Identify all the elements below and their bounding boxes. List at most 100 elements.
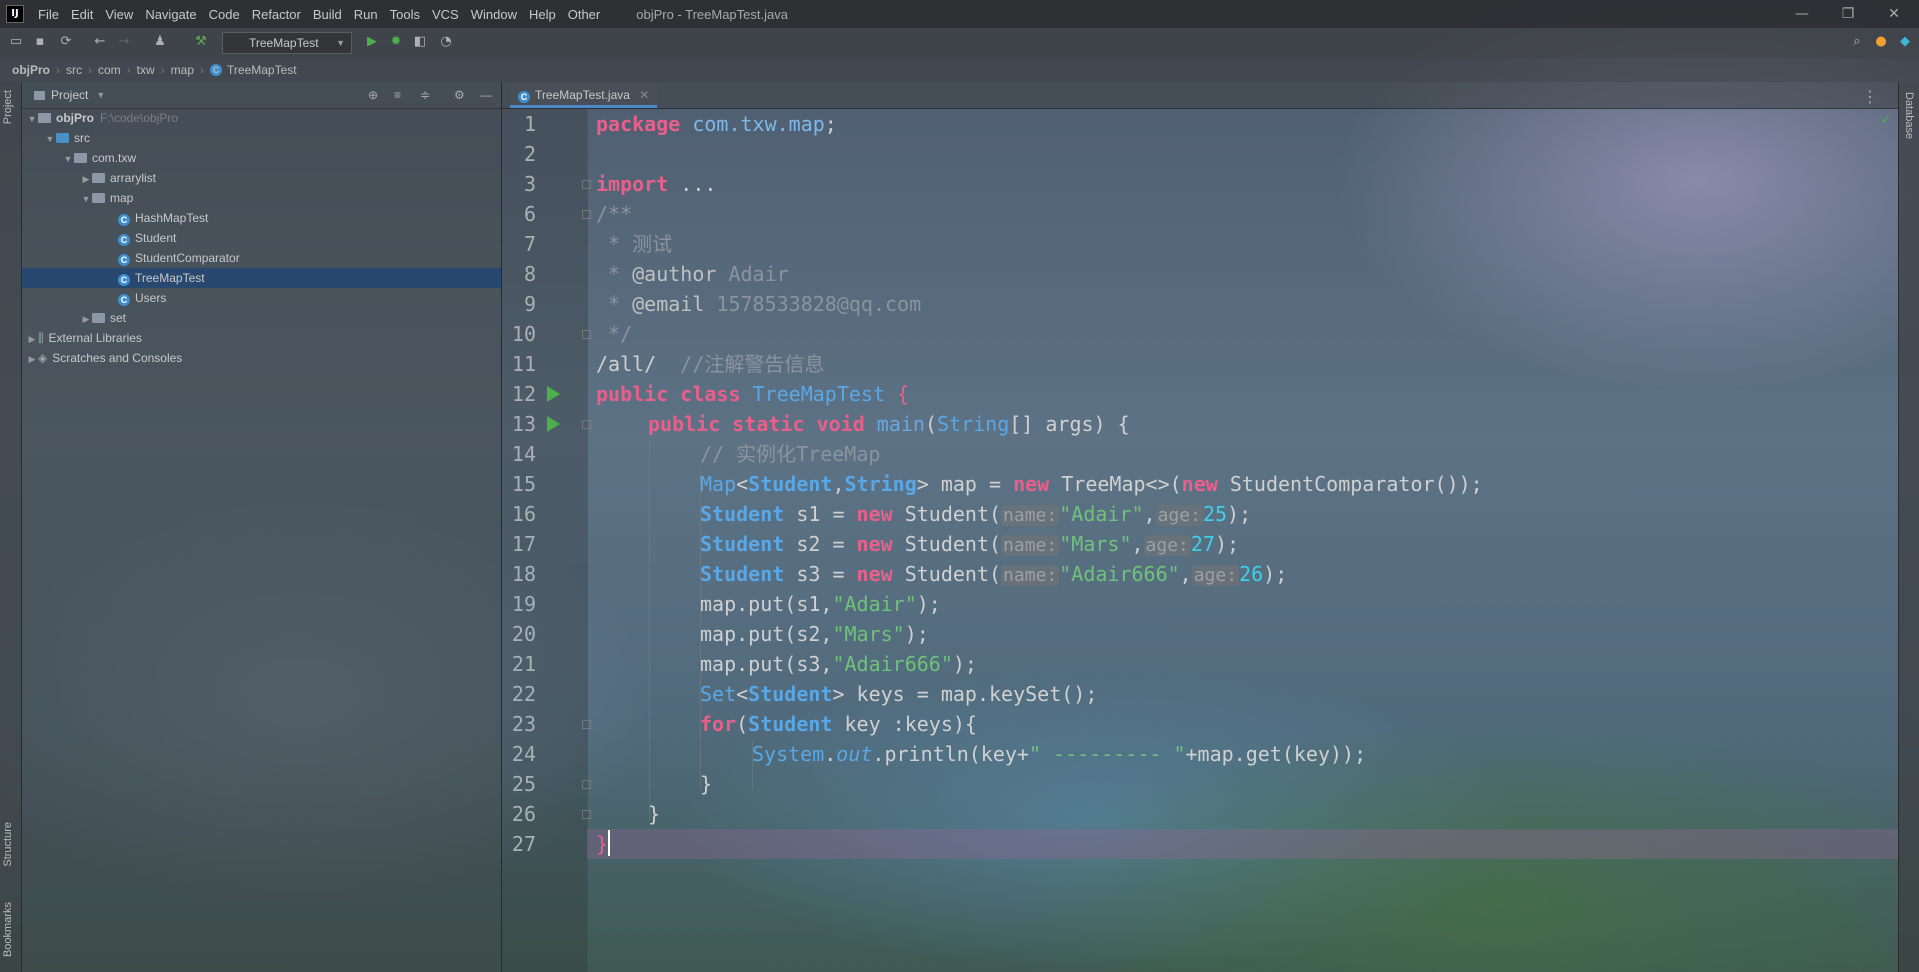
breadcrumb-txw[interactable]: txw bbox=[137, 63, 155, 77]
tree-item-com-txw[interactable]: ▼ com.txw bbox=[22, 148, 501, 168]
breadcrumb-com[interactable]: com bbox=[98, 63, 121, 77]
minimize-button[interactable]: — bbox=[1779, 0, 1825, 28]
tree-item-src[interactable]: ▼ src bbox=[22, 128, 501, 148]
menu-run[interactable]: Run bbox=[348, 7, 384, 22]
tree-item-scratches[interactable]: ▶ ◈ Scratches and Consoles bbox=[22, 348, 501, 368]
code-line-17[interactable]: Student s2 = new Student(name: "Mars", age… bbox=[700, 529, 1239, 561]
code-line-18[interactable]: Student s3 = new Student(name: "Adair666"… bbox=[700, 559, 1287, 591]
fold-marker-icon[interactable] bbox=[582, 720, 591, 729]
search-icon[interactable]: ⌕ bbox=[1849, 34, 1865, 50]
more-icon[interactable]: ⋮ bbox=[1862, 87, 1878, 106]
back-icon[interactable]: ← bbox=[92, 34, 108, 50]
chevron-right-icon[interactable]: ▶ bbox=[80, 309, 92, 329]
fold-marker-icon[interactable] bbox=[582, 780, 591, 789]
menu-code[interactable]: Code bbox=[203, 7, 246, 22]
code-line-13[interactable]: public static void main(String[] args) { bbox=[648, 409, 1130, 439]
code-line-12[interactable]: public class TreeMapTest { bbox=[596, 379, 909, 409]
profile-icon[interactable]: ◔ bbox=[438, 34, 454, 50]
menu-tools[interactable]: Tools bbox=[384, 7, 426, 22]
code-line-3[interactable]: import ... bbox=[596, 169, 716, 199]
code-line-27[interactable]: } bbox=[596, 829, 611, 859]
fold-marker-icon[interactable] bbox=[582, 180, 591, 189]
project-tool-tab[interactable]: Project bbox=[2, 90, 14, 124]
fold-marker-icon[interactable] bbox=[582, 420, 591, 429]
breadcrumb-file[interactable]: TreeMapTest bbox=[227, 63, 297, 77]
build-hammer-icon[interactable]: ⚒ bbox=[193, 34, 209, 50]
code-line-7[interactable]: * 测试 bbox=[596, 229, 672, 259]
breadcrumb-project[interactable]: objPro bbox=[12, 63, 50, 77]
locate-icon[interactable]: ⊕ bbox=[368, 88, 378, 102]
menu-refactor[interactable]: Refactor bbox=[246, 7, 307, 22]
close-tab-icon[interactable]: ✕ bbox=[639, 88, 649, 102]
project-panel-title[interactable]: Project bbox=[51, 88, 88, 102]
fold-marker-icon[interactable] bbox=[582, 330, 591, 339]
menu-build[interactable]: Build bbox=[307, 7, 348, 22]
menu-navigate[interactable]: Navigate bbox=[139, 7, 202, 22]
code-line-14[interactable]: // 实例化TreeMap bbox=[700, 439, 880, 469]
menu-window[interactable]: Window bbox=[465, 7, 523, 22]
code-line-23[interactable]: for(Student key :keys){ bbox=[700, 709, 977, 739]
code-line-11[interactable]: /all/ //注解警告信息 bbox=[596, 349, 824, 379]
tree-item-set[interactable]: ▶ set bbox=[22, 308, 501, 328]
chevron-right-icon[interactable]: ▶ bbox=[26, 349, 38, 369]
expand-all-icon[interactable]: ≡ bbox=[394, 88, 401, 102]
save-icon[interactable]: ▪ bbox=[32, 34, 48, 50]
user-icon[interactable]: ♟ bbox=[152, 34, 168, 50]
plugin-icon[interactable]: ◆ bbox=[1897, 34, 1913, 50]
update-icon[interactable]: ● bbox=[1873, 34, 1889, 50]
breadcrumb-map[interactable]: map bbox=[171, 63, 194, 77]
code-line-24[interactable]: System.out.println(key+" --------- "+map… bbox=[752, 739, 1366, 769]
menu-other[interactable]: Other bbox=[562, 7, 607, 22]
chevron-down-icon[interactable]: ▼ bbox=[80, 189, 92, 209]
code-line-19[interactable]: map.put(s1,"Adair"); bbox=[700, 589, 941, 619]
code-line-10[interactable]: */ bbox=[596, 319, 632, 349]
tree-item-external-libraries[interactable]: ▶ ⫼ External Libraries bbox=[22, 328, 501, 348]
tree-item-studentcomparator[interactable]: C StudentComparator bbox=[22, 248, 501, 268]
code-line-8[interactable]: * @author Adair bbox=[596, 259, 789, 289]
tree-item-hashmaptest[interactable]: C HashMapTest bbox=[22, 208, 501, 228]
code-line-20[interactable]: map.put(s2,"Mars"); bbox=[700, 619, 929, 649]
run-icon[interactable]: ▶ bbox=[364, 34, 380, 50]
code-line-9[interactable]: * @email 1578533828@qq.com bbox=[596, 289, 921, 319]
code-line-6[interactable]: /** bbox=[596, 199, 632, 229]
chevron-down-icon[interactable]: ▼ bbox=[44, 129, 56, 149]
open-folder-icon[interactable]: ▭ bbox=[8, 34, 24, 50]
code-line-26[interactable]: } bbox=[648, 799, 660, 829]
breadcrumb-src[interactable]: src bbox=[66, 63, 82, 77]
menu-file[interactable]: File bbox=[32, 7, 65, 22]
forward-icon[interactable]: → bbox=[116, 34, 132, 50]
chevron-down-icon[interactable]: ▼ bbox=[26, 109, 38, 129]
code-line-25[interactable]: } bbox=[700, 769, 712, 799]
chevron-right-icon[interactable]: ▶ bbox=[80, 169, 92, 189]
tree-item-arrarylist[interactable]: ▶ arrarylist bbox=[22, 168, 501, 188]
code-line-1[interactable]: package com.txw.map; bbox=[596, 109, 837, 139]
tree-item-map[interactable]: ▼ map bbox=[22, 188, 501, 208]
fold-marker-icon[interactable] bbox=[582, 210, 591, 219]
code-line-15[interactable]: Map<Student,String> map = new TreeMap<>(… bbox=[700, 469, 1483, 499]
sync-icon[interactable]: ⟳ bbox=[58, 34, 74, 50]
run-class-icon[interactable] bbox=[547, 386, 560, 402]
close-button[interactable]: ✕ bbox=[1871, 0, 1917, 28]
structure-tool-tab[interactable]: Structure bbox=[2, 822, 14, 867]
run-configuration-select[interactable]: TreeMapTest ▼ bbox=[222, 32, 352, 54]
fold-marker-icon[interactable] bbox=[582, 810, 591, 819]
chevron-right-icon[interactable]: ▶ bbox=[26, 329, 38, 349]
coverage-icon[interactable]: ◧ bbox=[412, 34, 428, 50]
tree-item-objpro[interactable]: ▼ objPro F:\code\objPro bbox=[22, 108, 501, 128]
run-main-icon[interactable] bbox=[547, 416, 560, 432]
collapse-all-icon[interactable]: ≑ bbox=[420, 88, 430, 102]
restore-button[interactable]: ❐ bbox=[1825, 0, 1871, 28]
code-line-16[interactable]: Student s1 = new Student(name: "Adair", ag… bbox=[700, 499, 1251, 531]
bookmarks-tool-tab[interactable]: Bookmarks bbox=[2, 902, 14, 957]
debug-icon[interactable]: ✹ bbox=[388, 34, 404, 50]
tree-item-treemaptest[interactable]: C TreeMapTest bbox=[22, 268, 501, 288]
gear-icon[interactable]: ⚙ bbox=[454, 88, 465, 102]
code-line-22[interactable]: Set<Student> keys = map.keySet(); bbox=[700, 679, 1097, 709]
menu-edit[interactable]: Edit bbox=[65, 7, 99, 22]
chevron-down-icon[interactable]: ▼ bbox=[62, 149, 74, 169]
hide-icon[interactable]: — bbox=[480, 88, 492, 102]
tree-item-users[interactable]: C Users bbox=[22, 288, 501, 308]
tree-item-student[interactable]: C Student bbox=[22, 228, 501, 248]
editor-tab-treemaptest[interactable]: C TreeMapTest.java ✕ bbox=[510, 82, 658, 108]
code-line-21[interactable]: map.put(s3,"Adair666"); bbox=[700, 649, 977, 679]
